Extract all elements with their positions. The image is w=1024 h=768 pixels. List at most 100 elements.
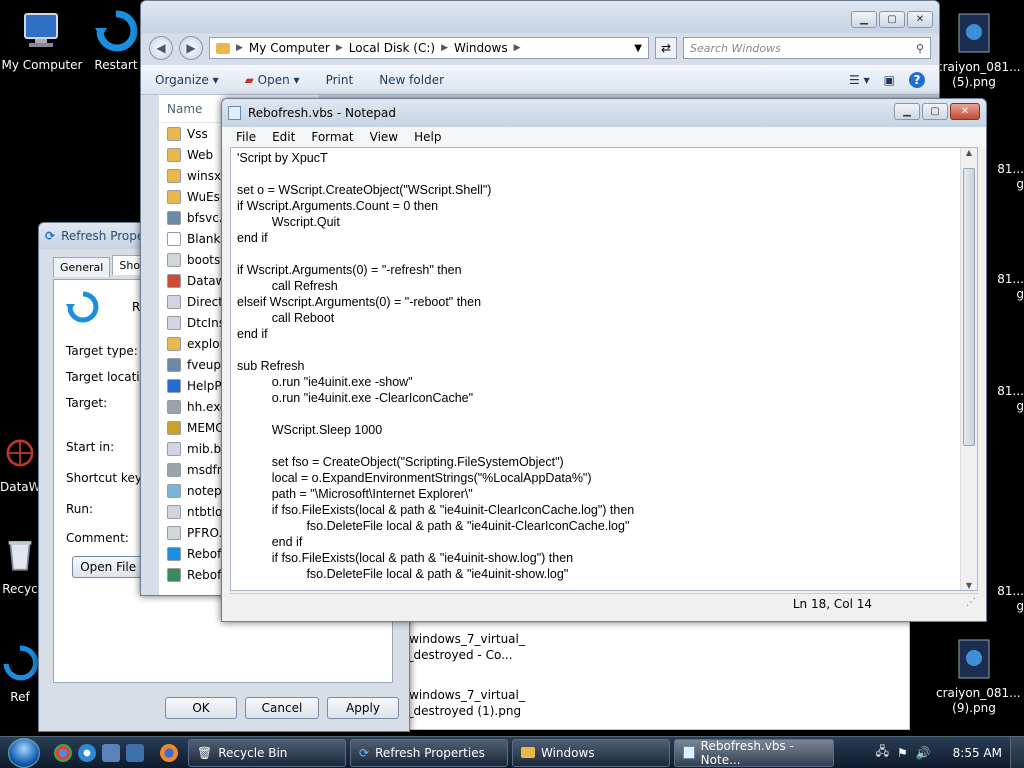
- volume-icon[interactable]: 🔊: [916, 746, 931, 760]
- desktop-icon-label: (5).png: [952, 75, 996, 89]
- menu-view[interactable]: View: [370, 130, 398, 144]
- restart-icon: [95, 10, 138, 52]
- action-center-icon[interactable]: ⚑: [897, 746, 908, 760]
- folder-icon: [167, 189, 181, 204]
- refresh-button[interactable]: ⇄: [655, 37, 677, 59]
- recycle-bin-icon: [8, 541, 32, 571]
- internet-explorer-icon[interactable]: [78, 743, 96, 762]
- chevron-down-icon[interactable]: ▼: [634, 43, 642, 54]
- breadcrumb-item[interactable]: Local Disk (C:): [349, 41, 435, 55]
- file-icon: [167, 378, 181, 393]
- breadcrumb-item[interactable]: Windows: [454, 41, 508, 55]
- refresh-icon: ⟳: [45, 229, 56, 243]
- open-button[interactable]: ▰ Open ▾: [245, 73, 300, 87]
- desktop-icon-label: Restart: [94, 58, 138, 72]
- chrome-icon[interactable]: [54, 743, 72, 762]
- show-desktop-button[interactable]: [1010, 736, 1024, 768]
- taskbar-item-recycle-bin[interactable]: 🗑 Recycle Bin: [188, 738, 346, 767]
- start-button[interactable]: [0, 737, 48, 768]
- explorer-titlebar[interactable]: [141, 1, 939, 33]
- folder-icon: [216, 42, 230, 54]
- file-icon: [167, 504, 181, 519]
- file-icon: [167, 441, 181, 456]
- desktop-icon-label: Recyc: [2, 582, 38, 596]
- desktop-icon-png[interactable]: craiyon_081... (5).png: [936, 10, 1021, 90]
- breadcrumb-item[interactable]: My Computer: [249, 41, 330, 55]
- tab-general[interactable]: General: [53, 257, 111, 277]
- show-desktop-icon[interactable]: [102, 743, 120, 762]
- refresh-icon: [3, 645, 39, 681]
- menu-file[interactable]: File: [236, 130, 256, 144]
- windows-logo-icon: [8, 737, 40, 768]
- file-icon: [167, 357, 181, 372]
- search-icon: ⚲: [915, 41, 924, 55]
- forward-button[interactable]: ▶: [179, 36, 203, 60]
- notepad-window: Rebofresh.vbs - Notepad ▁ ▢ ✕ File Edit …: [221, 98, 987, 622]
- search-input[interactable]: Search Windows ⚲: [683, 37, 931, 59]
- address-bar[interactable]: ▶ My Computer ▶ Local Disk (C:) ▶ Window…: [209, 37, 649, 59]
- file-icon: [167, 273, 181, 288]
- back-button[interactable]: ◀: [149, 36, 173, 60]
- ok-button[interactable]: OK: [165, 697, 237, 719]
- clock[interactable]: 8:55 AM: [953, 746, 1002, 760]
- scroll-down-arrow[interactable]: ▼: [961, 581, 977, 590]
- file-icon: [167, 315, 181, 330]
- preview-pane-icon[interactable]: ▣: [884, 73, 895, 87]
- help-icon[interactable]: ?: [909, 71, 925, 88]
- firefox-icon[interactable]: [160, 743, 178, 762]
- scroll-up-arrow[interactable]: ▲: [961, 148, 977, 157]
- desktop-icon-recycle-bin[interactable]: Recyc: [0, 532, 40, 597]
- vertical-scrollbar[interactable]: ▲ ▼: [960, 148, 977, 590]
- maximize-button[interactable]: ▢: [922, 103, 948, 120]
- recycle-bin-icon: 🗑: [197, 745, 213, 760]
- view-options-icon[interactable]: ☰ ▾: [849, 73, 870, 87]
- file-icon: [167, 546, 181, 561]
- refresh-icon: ⟳: [359, 745, 370, 760]
- notepad-titlebar[interactable]: Rebofresh.vbs - Notepad: [222, 99, 986, 127]
- close-button[interactable]: ✕: [950, 103, 980, 120]
- taskbar-item-refresh-properties[interactable]: ⟳ Refresh Properties: [350, 738, 508, 767]
- taskbar-item-windows[interactable]: Windows: [512, 738, 670, 767]
- comment-label: Comment:: [66, 531, 129, 545]
- app-icon: ▰: [244, 72, 254, 87]
- minimize-button[interactable]: ▁: [894, 103, 920, 120]
- file-icon: [167, 483, 181, 498]
- apply-button[interactable]: Apply: [327, 697, 399, 719]
- switch-windows-icon[interactable]: [126, 743, 144, 762]
- print-button[interactable]: Print: [326, 73, 354, 87]
- minimize-button[interactable]: ▁: [851, 11, 877, 28]
- menu-help[interactable]: Help: [414, 130, 441, 144]
- start-in-label: Start in:: [66, 440, 115, 454]
- maximize-button[interactable]: ▢: [879, 11, 905, 28]
- organize-button[interactable]: Organize ▾: [155, 73, 219, 87]
- window-title: Rebofresh.vbs - Notepad: [248, 106, 397, 120]
- text-editor[interactable]: 'Script by XpucT set o = WScript.CreateO…: [230, 147, 978, 591]
- editor-content[interactable]: 'Script by XpucT set o = WScript.CreateO…: [231, 148, 977, 582]
- file-icon: [167, 252, 181, 267]
- menu-format[interactable]: Format: [311, 130, 353, 144]
- notepad-icon: [228, 106, 241, 120]
- taskbar-item-notepad[interactable]: Rebofresh.vbs - Note...: [674, 738, 834, 767]
- network-icon[interactable]: 🖧: [876, 742, 889, 763]
- scrollbar-thumb[interactable]: [963, 168, 975, 446]
- dialog-title: Refresh Prope: [61, 229, 145, 243]
- menu-bar: File Edit Format View Help: [222, 127, 986, 147]
- target-label: Target:: [66, 396, 108, 410]
- cancel-button[interactable]: Cancel: [245, 697, 319, 719]
- close-button[interactable]: ✕: [907, 11, 933, 28]
- folder-icon: [167, 126, 181, 141]
- file-name: bootst: [187, 252, 225, 267]
- desktop-icon-label: craiyon_081...: [936, 60, 1021, 74]
- desktop-icon-png[interactable]: craiyon_081... (9).png: [936, 636, 1021, 716]
- desktop-icon-dataw[interactable]: DataW: [0, 430, 40, 495]
- file-icon: [167, 525, 181, 540]
- resize-grip-icon[interactable]: ⋰: [966, 597, 976, 608]
- desktop-icon-my-computer[interactable]: My Computer: [0, 8, 84, 73]
- folder-icon: [167, 147, 181, 162]
- file-name: Dataw: [187, 273, 226, 288]
- target-type-label: Target type:: [66, 344, 138, 358]
- desktop-icon-refresh[interactable]: Ref: [0, 640, 40, 705]
- new-folder-button[interactable]: New folder: [379, 73, 444, 87]
- menu-edit[interactable]: Edit: [272, 130, 295, 144]
- file-icon: [167, 231, 181, 246]
